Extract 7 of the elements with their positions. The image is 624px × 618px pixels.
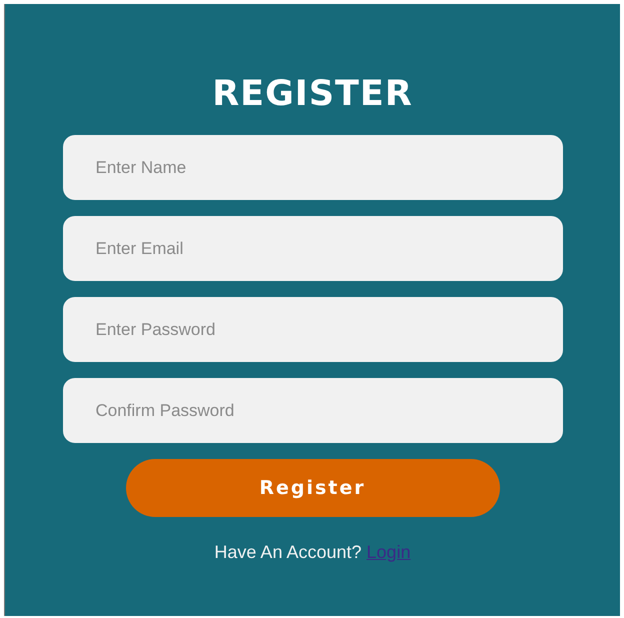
- input-field[interactable]: Enter Name: [62, 135, 562, 200]
- input-field[interactable]: Enter Email: [62, 216, 562, 281]
- form-title: REGISTER: [212, 73, 413, 116]
- account-prompt: Have An Account? Login: [214, 541, 411, 563]
- register-button[interactable]: Register: [126, 459, 500, 517]
- input-field[interactable]: Enter Password: [62, 297, 562, 362]
- input-field[interactable]: Confirm Password: [62, 378, 562, 443]
